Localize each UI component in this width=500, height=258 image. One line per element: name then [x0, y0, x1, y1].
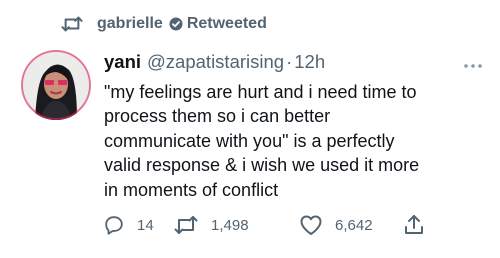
verified-badge-icon	[169, 17, 183, 31]
author-name[interactable]: yani	[104, 51, 141, 73]
retweet-button[interactable]: 1,498	[173, 212, 249, 238]
retweet-context: gabrielle Retweeted	[61, 14, 267, 34]
like-button[interactable]: 6,642	[299, 212, 373, 238]
retweeter-name[interactable]: gabrielle	[97, 15, 163, 33]
reply-icon	[103, 214, 125, 236]
tweet-header: yani @zapatistarising · 12h	[104, 50, 484, 74]
tweet-timestamp[interactable]: 12h	[294, 51, 325, 73]
share-icon	[403, 213, 425, 237]
tweet-text: "my feelings are hurt and i need time to…	[104, 82, 420, 200]
retweet-count: 1,498	[211, 216, 249, 234]
retweet-icon	[61, 14, 83, 34]
avatar[interactable]	[21, 50, 91, 120]
like-icon	[299, 214, 323, 236]
tweet-actions: 14 1,498 6,642	[103, 212, 423, 238]
share-button[interactable]	[403, 212, 425, 238]
retweeted-label: Retweeted	[186, 15, 267, 32]
separator-dot: ·	[286, 51, 293, 72]
retweet-icon	[173, 214, 199, 236]
more-icon[interactable]	[462, 54, 484, 68]
like-count: 6,642	[335, 216, 373, 234]
reply-button[interactable]: 14	[103, 212, 154, 238]
author-handle[interactable]: @zapatistarising	[147, 51, 284, 73]
reply-count: 14	[137, 216, 154, 234]
